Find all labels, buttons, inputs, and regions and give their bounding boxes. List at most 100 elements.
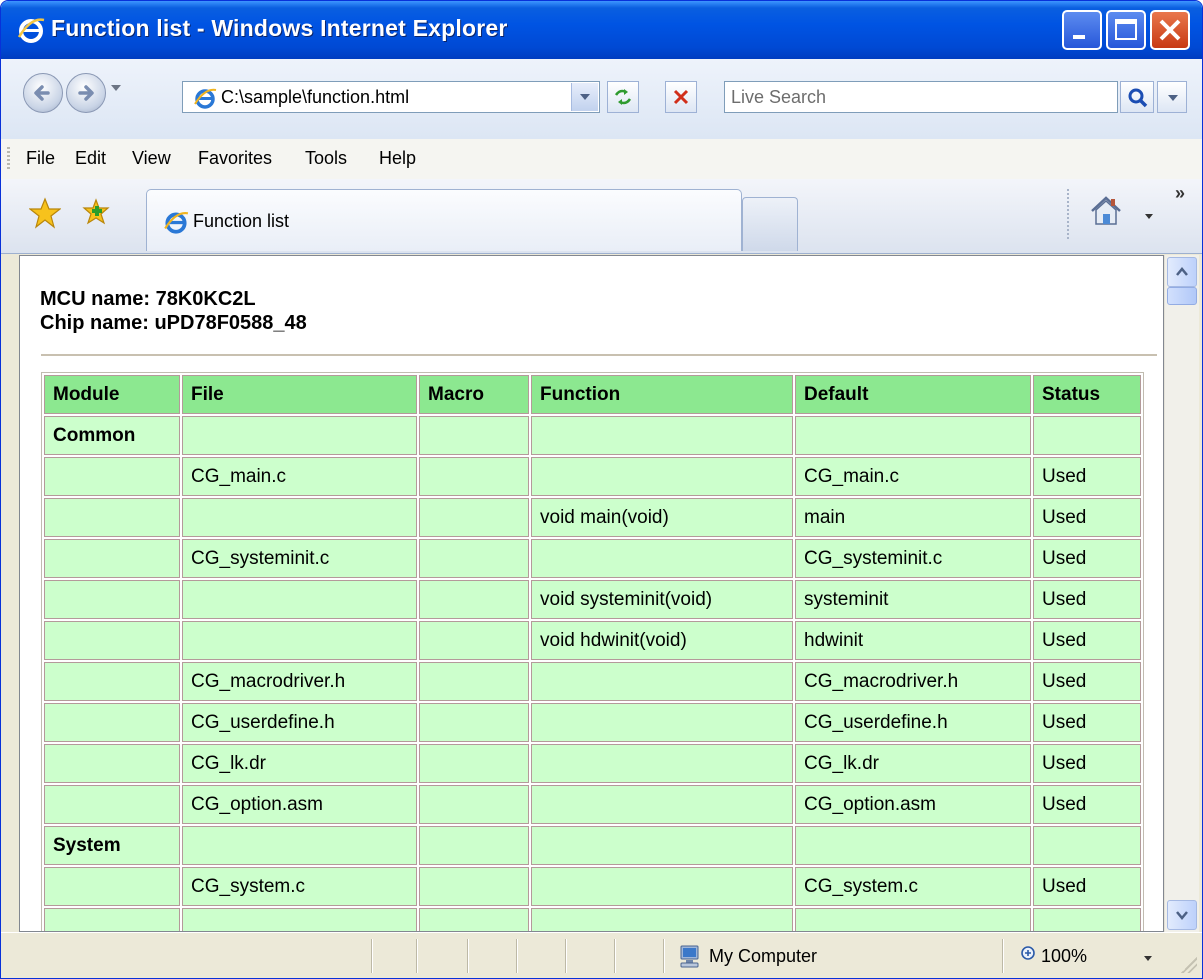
cell-module (44, 662, 180, 701)
refresh-icon (614, 89, 632, 105)
search-input[interactable] (731, 84, 1109, 110)
cell-module (44, 539, 180, 578)
window-title: Function list - Windows Internet Explore… (51, 15, 508, 41)
status-divider (565, 939, 567, 973)
resize-grip[interactable] (1181, 957, 1197, 973)
table-body: Common CG_main.c CG_main.c Used void main(… (44, 416, 1141, 931)
cell-status: Used (1033, 621, 1141, 660)
close-button[interactable] (1150, 10, 1190, 50)
cell-function: void hdwinit(void) (531, 621, 793, 660)
menu-help[interactable]: Help (379, 148, 416, 169)
scroll-thumb[interactable] (1167, 287, 1197, 305)
search-box[interactable] (724, 81, 1118, 113)
header-macro: Macro (419, 375, 529, 414)
security-zone[interactable]: My Computer (709, 946, 817, 967)
status-divider (663, 939, 665, 973)
favorites-center-icon[interactable] (29, 197, 61, 229)
cell-module (44, 457, 180, 496)
stop-button[interactable] (665, 81, 697, 113)
cell-status: Used (1033, 785, 1141, 824)
zoom-dropdown[interactable] (1144, 956, 1152, 961)
back-button[interactable] (23, 73, 63, 113)
cell-status (1033, 826, 1141, 865)
vertical-scrollbar[interactable] (1164, 255, 1199, 932)
tab-ie-icon (164, 212, 189, 234)
forward-button[interactable] (66, 73, 106, 113)
table-row (44, 908, 1141, 931)
cell-file: CG_userdefine.h (182, 703, 417, 742)
cell-default: CG_userdefine.h (795, 703, 1031, 742)
cell-default: CG_system.c (795, 867, 1031, 906)
maximize-button[interactable] (1106, 10, 1146, 50)
ie-window: Function list - Windows Internet Explore… (0, 0, 1203, 979)
search-button[interactable] (1120, 81, 1154, 113)
status-divider (614, 939, 616, 973)
cell-default: systeminit (795, 580, 1031, 619)
stop-icon (673, 89, 689, 105)
cell-module (44, 867, 180, 906)
cell-default: CG_main.c (795, 457, 1031, 496)
chip-info: MCU name: 78K0KC2L Chip name: uPD78F0588… (40, 287, 307, 335)
cell-module (44, 908, 180, 931)
home-dropdown[interactable] (1145, 214, 1153, 219)
title-bar[interactable]: Function list - Windows Internet Explore… (1, 1, 1202, 59)
cell-file: CG_main.c (182, 457, 417, 496)
cell-macro (419, 498, 529, 537)
zoom-icon[interactable] (1020, 945, 1038, 963)
cell-macro (419, 867, 529, 906)
chevron-down-icon (1176, 911, 1188, 920)
table-header-row: Module File Macro Function Default Statu… (44, 375, 1141, 414)
table-row: CG_macrodriver.h CG_macrodriver.h Used (44, 662, 1141, 701)
cell-function (531, 457, 793, 496)
cell-module (44, 744, 180, 783)
cell-module (44, 498, 180, 537)
menu-file[interactable]: File (26, 148, 55, 169)
tab-function-list[interactable]: Function list (146, 189, 742, 251)
cell-status: Used (1033, 580, 1141, 619)
cell-status (1033, 908, 1141, 931)
table-row: CG_systeminit.c CG_systeminit.c Used (44, 539, 1141, 578)
home-icon[interactable] (1088, 193, 1124, 229)
status-divider (371, 939, 373, 973)
table-row: CG_main.c CG_main.c Used (44, 457, 1141, 496)
new-tab-button[interactable] (742, 197, 798, 251)
address-bar[interactable]: C:\sample\function.html (182, 81, 600, 113)
address-dropdown-button[interactable] (571, 83, 598, 111)
cell-module: Common (44, 416, 180, 455)
cell-file: CG_lk.dr (182, 744, 417, 783)
cell-macro (419, 580, 529, 619)
cell-function (531, 826, 793, 865)
toolbar-separator (1067, 189, 1069, 239)
cell-module (44, 785, 180, 824)
cell-default (795, 908, 1031, 931)
refresh-button[interactable] (607, 81, 639, 113)
page-ie-icon (194, 88, 217, 109)
minimize-button[interactable] (1062, 10, 1102, 50)
menu-tools[interactable]: Tools (305, 148, 347, 169)
zoom-level[interactable]: 100% (1041, 946, 1087, 967)
scroll-up-button[interactable] (1167, 257, 1197, 287)
cell-status: Used (1033, 662, 1141, 701)
recent-pages-dropdown[interactable] (111, 85, 121, 91)
cell-default (795, 826, 1031, 865)
forward-arrow-icon (78, 85, 94, 101)
add-favorite-icon[interactable] (80, 197, 112, 229)
table-row: CG_lk.dr CG_lk.dr Used (44, 744, 1141, 783)
cell-module (44, 580, 180, 619)
cell-macro (419, 416, 529, 455)
header-module: Module (44, 375, 180, 414)
scroll-down-button[interactable] (1167, 900, 1197, 930)
toolbar-overflow-icon[interactable]: » (1175, 183, 1185, 204)
cell-file: CG_system.c (182, 867, 417, 906)
cell-default: CG_systeminit.c (795, 539, 1031, 578)
minimize-icon (1073, 35, 1085, 39)
search-options-dropdown[interactable] (1157, 81, 1187, 113)
tab-bar: Function list » (1, 179, 1202, 254)
cell-macro (419, 703, 529, 742)
toolbar-grip[interactable] (7, 147, 10, 171)
menu-edit[interactable]: Edit (75, 148, 106, 169)
menu-favorites[interactable]: Favorites (198, 148, 272, 169)
menu-view[interactable]: View (132, 148, 171, 169)
cell-status: Used (1033, 498, 1141, 537)
cell-default (795, 416, 1031, 455)
